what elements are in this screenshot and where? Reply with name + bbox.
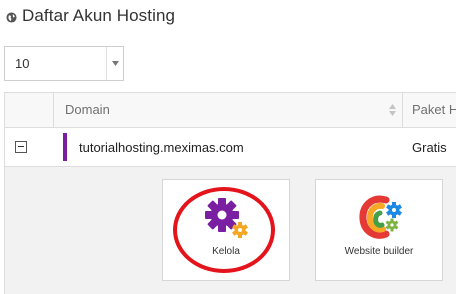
kelola-label: Kelola [212,246,240,257]
table-header: Domain Paket H [4,92,456,128]
domain-cell: tutorialhosting.meximas.com [79,140,244,155]
website-builder-tile[interactable]: Website builder [315,179,443,281]
page-length-value: 10 [15,56,30,71]
page-header: Daftar Akun Hosting [6,5,175,27]
select-divider [106,47,107,80]
hosting-table: Domain Paket H tutorialhosting.meximas.c… [4,92,456,294]
page-title: Daftar Akun Hosting [22,6,176,25]
page-length-select[interactable]: 10 [4,46,124,81]
website-builder-label: Website builder [344,246,414,257]
sort-icon[interactable] [389,103,396,117]
globe-icon [6,12,17,23]
table-row: tutorialhosting.meximas.com Gratis [4,128,456,167]
paket-cell: Gratis [412,140,447,155]
row-detail-panel: Kelola Website builder [4,167,456,294]
column-toggle [5,93,54,127]
domain-accent-bar [63,133,67,161]
kelola-tile[interactable]: Kelola [162,179,290,281]
column-domain[interactable]: Domain [54,93,403,127]
column-paket[interactable]: Paket H [403,93,456,127]
caret-down-icon [112,61,119,66]
gear-icon [205,198,248,238]
website-builder-icon [359,195,402,239]
collapse-row-button[interactable] [15,141,27,153]
